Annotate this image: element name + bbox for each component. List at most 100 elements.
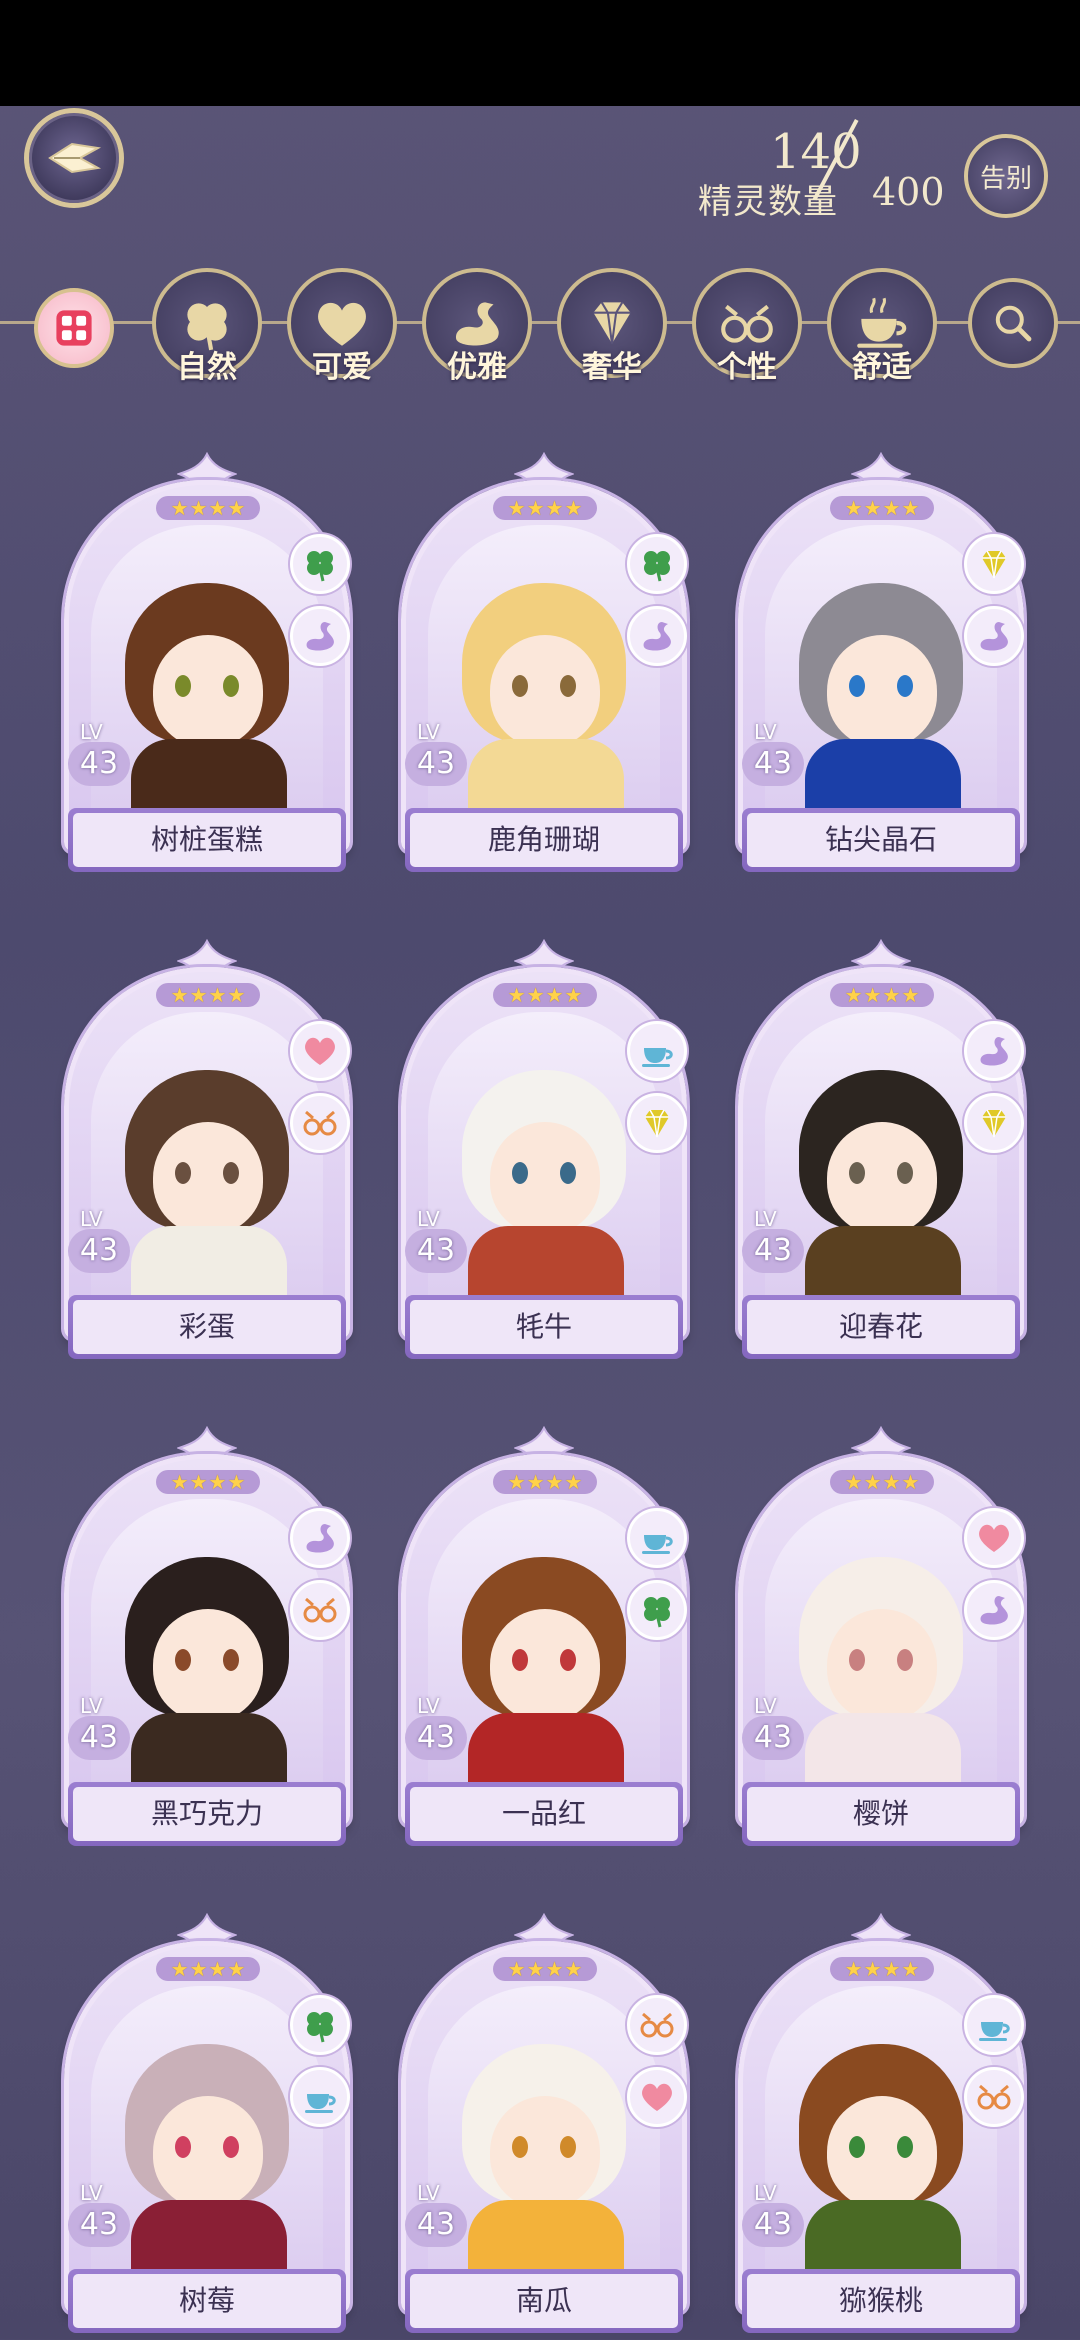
level-value: 43	[742, 1716, 804, 1760]
teacup-attribute-badge	[964, 1995, 1024, 2055]
portrait-eye	[560, 675, 576, 697]
spirit-card[interactable]: ★ ★ ★ ★ LV 43 钻尖晶石	[738, 452, 1024, 882]
swan-icon	[980, 622, 1008, 651]
portrait-eye	[897, 2136, 913, 2158]
spirit-card[interactable]: ★ ★ ★ ★ LV 43 牦牛	[401, 939, 687, 1369]
swan-icon	[980, 1037, 1008, 1066]
star-icon: ★	[208, 1470, 227, 1494]
glasses-icon	[640, 2012, 674, 2038]
glasses-icon	[303, 1110, 337, 1136]
star-icon: ★	[526, 983, 545, 1007]
spirit-card[interactable]: ★ ★ ★ ★ LV 43 迎春花	[738, 939, 1024, 1369]
level-badge: LV 43	[405, 720, 467, 790]
swan-attribute-badge	[290, 606, 350, 666]
level-value: 43	[68, 1716, 130, 1760]
star-icon: ★	[545, 496, 564, 520]
star-rating: ★ ★ ★ ★	[830, 496, 934, 520]
spirit-card[interactable]: ★ ★ ★ ★ LV 43 树莓	[64, 1913, 350, 2340]
swan-attribute-badge	[964, 1021, 1024, 1081]
teacup-attribute-badge	[290, 2067, 350, 2127]
name-plate: 迎春花	[742, 1295, 1020, 1359]
spirit-card[interactable]: ★ ★ ★ ★ LV 43 树桩蛋糕	[64, 452, 350, 882]
spirit-count: 140 精灵数量 400	[690, 119, 950, 234]
level-tag: LV	[80, 2181, 103, 2205]
spirit-name: 鹿角珊瑚	[410, 813, 678, 867]
teacup-attribute-badge	[627, 1021, 687, 1081]
swan-attribute-badge	[627, 606, 687, 666]
spirit-card[interactable]: ★ ★ ★ ★ LV 43 南瓜	[401, 1913, 687, 2340]
heart-icon	[305, 1037, 335, 1065]
filter-elegant-label: 优雅	[447, 350, 507, 385]
level-badge: LV 43	[742, 720, 804, 790]
star-icon: ★	[189, 496, 208, 520]
spirit-card[interactable]: ★ ★ ★ ★ LV 43 黑巧克力	[64, 1426, 350, 1856]
search-icon	[995, 305, 1032, 342]
name-plate: 黑巧克力	[68, 1782, 346, 1846]
star-icon: ★	[227, 1957, 246, 1981]
portrait-eye	[223, 675, 239, 697]
star-icon: ★	[189, 1470, 208, 1494]
star-icon: ★	[526, 1470, 545, 1494]
level-tag: LV	[80, 720, 103, 744]
level-value: 43	[68, 742, 130, 786]
teacup-icon	[642, 1048, 673, 1067]
spirit-name: 黑巧克力	[73, 1787, 341, 1841]
filter-nature-label: 自然	[177, 350, 237, 385]
portrait-eye	[849, 675, 865, 697]
spirit-card[interactable]: ★ ★ ★ ★ LV 43 一品红	[401, 1426, 687, 1856]
level-tag: LV	[80, 1694, 103, 1718]
portrait-eye	[897, 1162, 913, 1184]
diamond-icon	[982, 550, 1006, 579]
teacup-icon	[305, 2094, 336, 2113]
portrait-eye	[560, 2136, 576, 2158]
level-tag: LV	[417, 2181, 440, 2205]
search-button[interactable]	[968, 278, 1058, 368]
portrait-eye	[175, 675, 191, 697]
star-icon: ★	[844, 1957, 863, 1981]
clover-attribute-badge	[627, 534, 687, 594]
spirit-card[interactable]: ★ ★ ★ ★ LV 43 樱饼	[738, 1426, 1024, 1856]
level-tag: LV	[754, 1694, 777, 1718]
level-tag: LV	[754, 720, 777, 744]
filter-cute-label: 可爱	[312, 350, 372, 385]
filter-luxury-label: 奢华	[582, 350, 642, 385]
back-button[interactable]	[24, 108, 124, 208]
name-plate: 樱饼	[742, 1782, 1020, 1846]
portrait-face	[827, 2096, 937, 2208]
name-plate: 一品红	[405, 1782, 683, 1846]
portrait-face	[827, 1609, 937, 1721]
glasses-icon	[977, 2084, 1011, 2110]
farewell-button[interactable]: 告别	[964, 134, 1048, 218]
name-plate: 猕猴桃	[742, 2269, 1020, 2333]
level-badge: LV 43	[405, 1207, 467, 1277]
level-value: 43	[405, 1229, 467, 1273]
swan-icon	[306, 622, 334, 651]
spirit-count-label: 精灵数量	[698, 182, 838, 222]
heart-icon	[642, 2083, 672, 2111]
spirit-name: 迎春花	[747, 1300, 1015, 1354]
star-icon: ★	[564, 983, 583, 1007]
spirit-card[interactable]: ★ ★ ★ ★ LV 43 鹿角珊瑚	[401, 452, 687, 882]
star-icon: ★	[545, 1957, 564, 1981]
teacup-icon	[642, 1535, 673, 1554]
spirit-card[interactable]: ★ ★ ★ ★ LV 43 彩蛋	[64, 939, 350, 1369]
glasses-attribute-badge	[964, 2067, 1024, 2127]
star-icon: ★	[882, 1470, 901, 1494]
portrait-eye	[512, 2136, 528, 2158]
level-tag: LV	[417, 720, 440, 744]
level-value: 43	[68, 2203, 130, 2247]
diamond-attribute-badge	[964, 534, 1024, 594]
filter-all-button[interactable]	[34, 288, 114, 368]
portrait-eye	[560, 1649, 576, 1671]
portrait-eye	[223, 1162, 239, 1184]
portrait-eye	[849, 1162, 865, 1184]
portrait-eye	[175, 2136, 191, 2158]
filter-personality-label: 个性	[717, 350, 777, 385]
portrait-eye	[849, 2136, 865, 2158]
spirit-name: 钻尖晶石	[747, 813, 1015, 867]
star-rating: ★ ★ ★ ★	[156, 1470, 260, 1494]
swan-icon	[980, 1596, 1008, 1625]
spirit-card[interactable]: ★ ★ ★ ★ LV 43 猕猴桃	[738, 1913, 1024, 2340]
spirit-count-max: 400	[872, 170, 945, 214]
level-badge: LV 43	[68, 1694, 130, 1764]
